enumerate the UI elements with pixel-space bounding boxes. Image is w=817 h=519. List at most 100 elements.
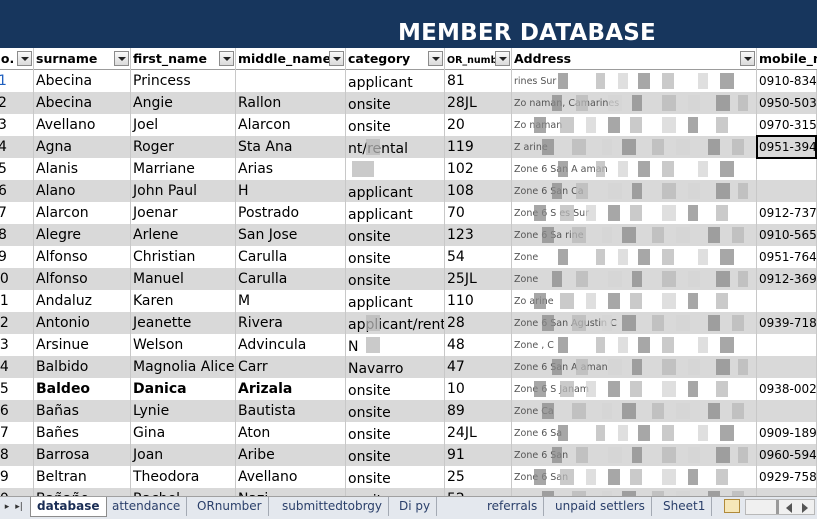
filter-dropdown-icon[interactable] [428,51,443,66]
cell-or-number[interactable]: 70 [445,202,512,224]
table-row[interactable]: 7AlarconJoenarPostradoapplicant70Zone 6 … [0,202,817,224]
cell-mobile[interactable] [757,400,817,422]
table-row[interactable]: 15BaldeoDanicaArizalaonsite10Zone 6 S Ja… [0,378,817,400]
cell-surname[interactable]: Balbido [34,356,131,378]
cell-no[interactable]: 10 [0,268,34,290]
cell-surname[interactable]: Bañes [34,422,131,444]
cell-no[interactable]: 17 [0,422,34,444]
cell-first-name[interactable]: Gina [131,422,236,444]
cell-mobile[interactable] [757,488,817,496]
sheet-tab[interactable]: attendance [106,497,188,516]
horizontal-scrollbar[interactable] [745,499,815,515]
cell-middle-name[interactable]: Rivera [236,312,346,334]
cell-middle-name[interactable]: Nazi [236,488,346,496]
cell-surname[interactable]: Andaluz [34,290,131,312]
cell-first-name[interactable]: Christian [131,246,236,268]
cell-no[interactable]: 15 [0,378,34,400]
cell-middle-name[interactable]: Aribe [236,444,346,466]
cell-category[interactable]: onsite [346,114,445,136]
cell-category[interactable]: onsite [346,246,445,268]
cell-surname[interactable]: Bañas [34,400,131,422]
cell-category[interactable]: onsite [346,488,445,496]
cell-first-name[interactable]: Jeanette [131,312,236,334]
cell-middle-name[interactable]: Postrado [236,202,346,224]
table-row[interactable]: 1AbecinaPrincessapplicant81rines Sur0910… [0,70,817,92]
cell-middle-name[interactable]: San Jose [236,224,346,246]
cell-middle-name[interactable]: Advincula [236,334,346,356]
cell-first-name[interactable]: Arlene [131,224,236,246]
cell-mobile[interactable] [757,334,817,356]
cell-first-name[interactable]: Rachel [131,488,236,496]
column-header-category[interactable]: category [346,48,445,70]
cell-or-number[interactable]: 25JL [445,268,512,290]
cell-no[interactable]: 4 [0,136,34,158]
table-row[interactable]: 6AlanoJohn PaulHapplicant108Zone 6 San C… [0,180,817,202]
cell-category[interactable]: applicant [346,180,445,202]
sheet-tab[interactable]: Di py [393,497,438,516]
filter-dropdown-icon[interactable] [219,51,234,66]
cell-middle-name[interactable]: Avellano [236,466,346,488]
cell-category[interactable]: applicant [346,70,445,92]
table-row[interactable]: 12AntonioJeanetteRiveraapplicant/rental2… [0,312,817,334]
cell-first-name[interactable]: Magnolia Alice [131,356,236,378]
cell-first-name[interactable]: Danica [131,378,236,400]
cell-or-number[interactable]: 48 [445,334,512,356]
cell-middle-name[interactable]: Carr [236,356,346,378]
cell-category[interactable]: N [346,334,445,356]
cell-first-name[interactable]: Angie [131,92,236,114]
cell-surname[interactable]: Bañaño [34,488,131,496]
cell-category[interactable]: onsite [346,400,445,422]
cell-category[interactable]: applicant/rental [346,312,445,334]
cell-or-number[interactable]: 89 [445,400,512,422]
cell-or-number[interactable]: 54 [445,246,512,268]
cell-no[interactable]: 11 [0,290,34,312]
column-header-no[interactable]: no. [0,48,34,70]
cell-surname[interactable]: Arsinue [34,334,131,356]
sheet-tab[interactable]: referrals [481,497,545,516]
table-row[interactable]: 9AlfonsoChristianCarullaonsite54Zone0951… [0,246,817,268]
cell-first-name[interactable]: Karen [131,290,236,312]
cell-mobile[interactable] [757,290,817,312]
cell-no[interactable]: 9 [0,246,34,268]
cell-first-name[interactable]: Joenar [131,202,236,224]
cell-no[interactable]: 16 [0,400,34,422]
table-row[interactable]: 20BañañoRachelNazionsite52 [0,488,817,496]
table-row[interactable]: 3AvellanoJoelAlarcononsite20Zo naman0970… [0,114,817,136]
cell-first-name[interactable]: Manuel [131,268,236,290]
cell-middle-name[interactable]: Arias [236,158,346,180]
table-row[interactable]: 16BañasLynieBautistaonsite89Zone Ca [0,400,817,422]
table-row[interactable]: 19BeltranTheodoraAvellanoonsite25Zone 6 … [0,466,817,488]
table-row[interactable]: 10AlfonsoManuelCarullaonsite25JLZone0912… [0,268,817,290]
cell-surname[interactable]: Baldeo [34,378,131,400]
cell-or-number[interactable]: 108 [445,180,512,202]
cell-first-name[interactable]: Welson [131,334,236,356]
sheet-tab[interactable]: ORnumber [191,497,269,516]
cell-no[interactable]: 7 [0,202,34,224]
filter-dropdown-icon[interactable] [740,51,755,66]
cell-no[interactable]: 5 [0,158,34,180]
cell-surname[interactable]: Barrosa [34,444,131,466]
cell-no[interactable]: 18 [0,444,34,466]
table-row[interactable]: 11AndaluzKarenMapplicant110Zo arine [0,290,817,312]
cell-mobile[interactable]: 0938-002- [757,378,817,400]
cell-no[interactable]: 3 [0,114,34,136]
cell-surname[interactable]: Alarcon [34,202,131,224]
cell-or-number[interactable]: 110 [445,290,512,312]
cell-mobile[interactable] [757,180,817,202]
cell-surname[interactable]: Abecina [34,70,131,92]
cell-surname[interactable]: Alanis [34,158,131,180]
cell-no[interactable]: 1 [0,70,34,92]
cell-or-number[interactable]: 102 [445,158,512,180]
cell-or-number[interactable]: 20 [445,114,512,136]
filter-dropdown-icon[interactable] [495,51,510,66]
cell-mobile[interactable]: 0929-758- [757,466,817,488]
cell-first-name[interactable]: Marriane [131,158,236,180]
cell-or-number[interactable]: 52 [445,488,512,496]
table-row[interactable]: 18BarrosaJoanAribeonsite91Zone 6 San0960… [0,444,817,466]
cell-or-number[interactable]: 24JL [445,422,512,444]
cell-mobile[interactable]: 0951-764- [757,246,817,268]
cell-no[interactable]: 2 [0,92,34,114]
cell-middle-name[interactable]: Sta Ana [236,136,346,158]
cell-no[interactable]: 6 [0,180,34,202]
cell-or-number[interactable]: 25 [445,466,512,488]
